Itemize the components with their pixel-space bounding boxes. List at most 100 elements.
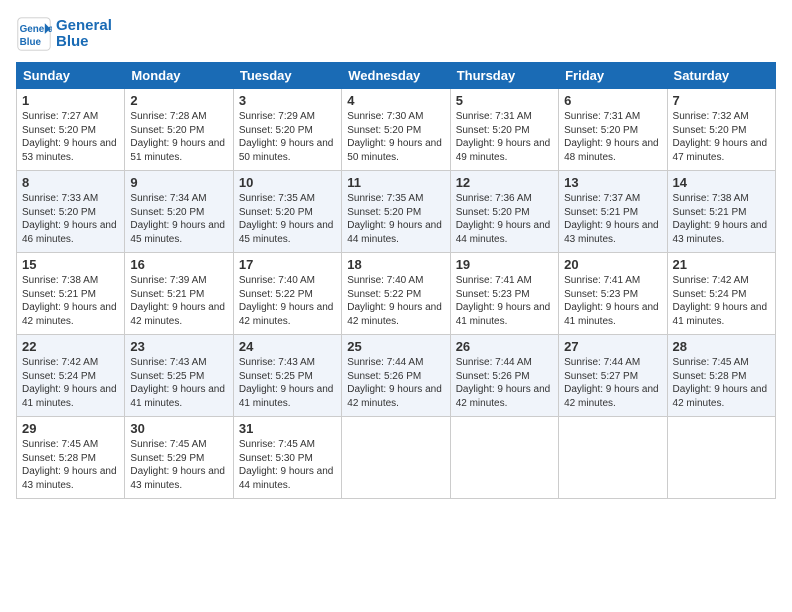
calendar-cell: 8 Sunrise: 7:33 AMSunset: 5:20 PMDaylight… — [17, 171, 125, 253]
weekday-saturday: Saturday — [667, 63, 775, 89]
day-info: Sunrise: 7:42 AMSunset: 5:24 PMDaylight:… — [673, 274, 770, 328]
day-number: 1 — [22, 93, 119, 108]
day-number: 12 — [456, 175, 553, 190]
day-number: 4 — [347, 93, 444, 108]
day-info: Sunrise: 7:31 AMSunset: 5:20 PMDaylight:… — [456, 110, 553, 164]
weekday-wednesday: Wednesday — [342, 63, 450, 89]
calendar-cell — [342, 417, 450, 499]
day-number: 31 — [239, 421, 336, 436]
day-info: Sunrise: 7:28 AMSunset: 5:20 PMDaylight:… — [130, 110, 227, 164]
calendar-cell: 10Sunrise: 7:35 AMSunset: 5:20 PMDayligh… — [233, 171, 341, 253]
day-info: Sunrise: 7:44 AMSunset: 5:27 PMDaylight:… — [564, 356, 661, 410]
calendar-cell: 26 Sunrise: 7:44 AMSunset: 5:26 PMDayligh… — [450, 335, 558, 417]
day-info: Sunrise: 7:43 AMSunset: 5:25 PMDaylight:… — [130, 356, 227, 410]
calendar-cell: 9 Sunrise: 7:34 AMSunset: 5:20 PMDaylight… — [125, 171, 233, 253]
day-info: Sunrise: 7:45 AMSunset: 5:30 PMDaylight:… — [239, 438, 336, 492]
calendar-cell: 21 Sunrise: 7:42 AMSunset: 5:24 PMDayligh… — [667, 253, 775, 335]
day-info: Sunrise: 7:32 AMSunset: 5:20 PMDaylight:… — [673, 110, 770, 164]
logo: General Blue General Blue — [16, 16, 112, 52]
day-number: 8 — [22, 175, 119, 190]
day-info: Sunrise: 7:45 AMSunset: 5:28 PMDaylight:… — [673, 356, 770, 410]
calendar-cell: 25 Sunrise: 7:44 AMSunset: 5:26 PMDayligh… — [342, 335, 450, 417]
svg-text:Blue: Blue — [20, 37, 42, 48]
day-number: 9 — [130, 175, 227, 190]
page: General Blue General Blue SundayMondayTu… — [0, 0, 792, 612]
day-number: 25 — [347, 339, 444, 354]
calendar-cell: 31 Sunrise: 7:45 AMSunset: 5:30 PMDayligh… — [233, 417, 341, 499]
day-number: 14 — [673, 175, 770, 190]
week-row-5: 29 Sunrise: 7:45 AMSunset: 5:28 PMDayligh… — [17, 417, 776, 499]
calendar-cell: 11Sunrise: 7:35 AMSunset: 5:20 PMDayligh… — [342, 171, 450, 253]
day-number: 22 — [22, 339, 119, 354]
calendar-cell: 18 Sunrise: 7:40 AMSunset: 5:22 PMDayligh… — [342, 253, 450, 335]
calendar-cell — [667, 417, 775, 499]
day-info: Sunrise: 7:41 AMSunset: 5:23 PMDaylight:… — [456, 274, 553, 328]
day-number: 6 — [564, 93, 661, 108]
calendar-cell: 19 Sunrise: 7:41 AMSunset: 5:23 PMDayligh… — [450, 253, 558, 335]
week-row-2: 8 Sunrise: 7:33 AMSunset: 5:20 PMDaylight… — [17, 171, 776, 253]
calendar-cell: 12 Sunrise: 7:36 AMSunset: 5:20 PMDayligh… — [450, 171, 558, 253]
day-number: 30 — [130, 421, 227, 436]
day-info: Sunrise: 7:38 AMSunset: 5:21 PMDaylight:… — [673, 192, 770, 246]
day-info: Sunrise: 7:35 AMSunset: 5:20 PMDaylight:… — [347, 192, 444, 246]
weekday-monday: Monday — [125, 63, 233, 89]
day-info: Sunrise: 7:33 AMSunset: 5:20 PMDaylight:… — [22, 192, 119, 246]
logo-text: General Blue — [56, 18, 112, 51]
calendar-cell: 27 Sunrise: 7:44 AMSunset: 5:27 PMDayligh… — [559, 335, 667, 417]
day-number: 21 — [673, 257, 770, 272]
calendar-cell: 1Sunrise: 7:27 AMSunset: 5:20 PMDaylight… — [17, 89, 125, 171]
day-info: Sunrise: 7:44 AMSunset: 5:26 PMDaylight:… — [456, 356, 553, 410]
calendar-cell — [450, 417, 558, 499]
calendar-cell: 23 Sunrise: 7:43 AMSunset: 5:25 PMDayligh… — [125, 335, 233, 417]
calendar-table: SundayMondayTuesdayWednesdayThursdayFrid… — [16, 62, 776, 499]
day-info: Sunrise: 7:42 AMSunset: 5:24 PMDaylight:… — [22, 356, 119, 410]
calendar-cell: 22 Sunrise: 7:42 AMSunset: 5:24 PMDayligh… — [17, 335, 125, 417]
day-number: 7 — [673, 93, 770, 108]
calendar-cell: 4 Sunrise: 7:30 AMSunset: 5:20 PMDaylight… — [342, 89, 450, 171]
day-info: Sunrise: 7:43 AMSunset: 5:25 PMDaylight:… — [239, 356, 336, 410]
calendar-cell: 13Sunrise: 7:37 AMSunset: 5:21 PMDayligh… — [559, 171, 667, 253]
day-number: 3 — [239, 93, 336, 108]
day-number: 5 — [456, 93, 553, 108]
calendar-cell: 14 Sunrise: 7:38 AMSunset: 5:21 PMDayligh… — [667, 171, 775, 253]
day-number: 18 — [347, 257, 444, 272]
day-number: 23 — [130, 339, 227, 354]
day-info: Sunrise: 7:39 AMSunset: 5:21 PMDaylight:… — [130, 274, 227, 328]
logo-icon: General Blue — [16, 16, 52, 52]
day-number: 29 — [22, 421, 119, 436]
calendar-cell: 7 Sunrise: 7:32 AMSunset: 5:20 PMDaylight… — [667, 89, 775, 171]
day-number: 17 — [239, 257, 336, 272]
calendar-cell: 28Sunrise: 7:45 AMSunset: 5:28 PMDayligh… — [667, 335, 775, 417]
calendar-cell: 16Sunrise: 7:39 AMSunset: 5:21 PMDayligh… — [125, 253, 233, 335]
day-number: 26 — [456, 339, 553, 354]
day-number: 20 — [564, 257, 661, 272]
calendar-cell: 3 Sunrise: 7:29 AMSunset: 5:20 PMDaylight… — [233, 89, 341, 171]
day-info: Sunrise: 7:38 AMSunset: 5:21 PMDaylight:… — [22, 274, 119, 328]
calendar-cell — [559, 417, 667, 499]
day-info: Sunrise: 7:45 AMSunset: 5:28 PMDaylight:… — [22, 438, 119, 492]
calendar-cell: 2 Sunrise: 7:28 AMSunset: 5:20 PMDaylight… — [125, 89, 233, 171]
week-row-1: 1Sunrise: 7:27 AMSunset: 5:20 PMDaylight… — [17, 89, 776, 171]
day-info: Sunrise: 7:40 AMSunset: 5:22 PMDaylight:… — [347, 274, 444, 328]
day-number: 19 — [456, 257, 553, 272]
calendar-cell: 15Sunrise: 7:38 AMSunset: 5:21 PMDayligh… — [17, 253, 125, 335]
day-number: 2 — [130, 93, 227, 108]
day-info: Sunrise: 7:34 AMSunset: 5:20 PMDaylight:… — [130, 192, 227, 246]
day-info: Sunrise: 7:35 AMSunset: 5:20 PMDaylight:… — [239, 192, 336, 246]
day-info: Sunrise: 7:36 AMSunset: 5:20 PMDaylight:… — [456, 192, 553, 246]
day-number: 24 — [239, 339, 336, 354]
day-info: Sunrise: 7:45 AMSunset: 5:29 PMDaylight:… — [130, 438, 227, 492]
day-number: 27 — [564, 339, 661, 354]
calendar-cell: 17 Sunrise: 7:40 AMSunset: 5:22 PMDayligh… — [233, 253, 341, 335]
day-info: Sunrise: 7:40 AMSunset: 5:22 PMDaylight:… — [239, 274, 336, 328]
day-info: Sunrise: 7:31 AMSunset: 5:20 PMDaylight:… — [564, 110, 661, 164]
day-info: Sunrise: 7:29 AMSunset: 5:20 PMDaylight:… — [239, 110, 336, 164]
day-info: Sunrise: 7:44 AMSunset: 5:26 PMDaylight:… — [347, 356, 444, 410]
day-info: Sunrise: 7:30 AMSunset: 5:20 PMDaylight:… — [347, 110, 444, 164]
calendar-cell: 5 Sunrise: 7:31 AMSunset: 5:20 PMDaylight… — [450, 89, 558, 171]
weekday-sunday: Sunday — [17, 63, 125, 89]
weekday-header: SundayMondayTuesdayWednesdayThursdayFrid… — [17, 63, 776, 89]
week-row-4: 22 Sunrise: 7:42 AMSunset: 5:24 PMDayligh… — [17, 335, 776, 417]
calendar-cell: 6 Sunrise: 7:31 AMSunset: 5:20 PMDaylight… — [559, 89, 667, 171]
weekday-tuesday: Tuesday — [233, 63, 341, 89]
